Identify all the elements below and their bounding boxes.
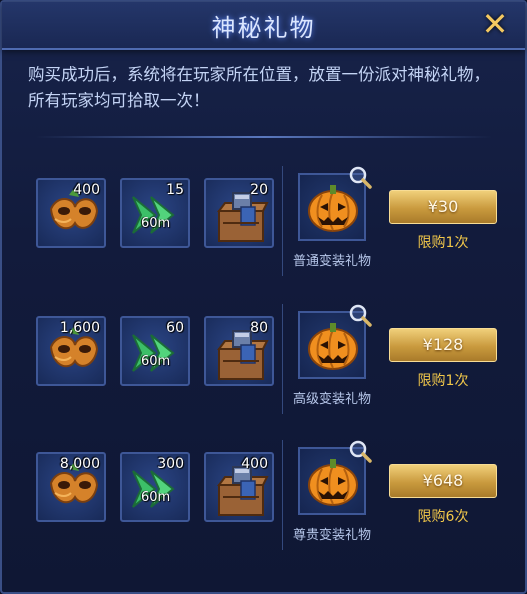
- boost-item-slot[interactable]: 300 60m: [120, 452, 190, 522]
- item-count: 60: [166, 320, 184, 336]
- pumpkin-icon: [308, 184, 358, 232]
- crate-item-slot[interactable]: 400: [204, 452, 274, 522]
- mask-item-slot[interactable]: 1,600: [36, 316, 106, 386]
- item-count: 80: [250, 320, 268, 336]
- boost-item-slot[interactable]: 60 60m: [120, 316, 190, 386]
- boost-item-slot[interactable]: 15 60m: [120, 178, 190, 248]
- gift-name: 高级变装礼物: [292, 392, 371, 407]
- gift-name: 普通变装礼物: [292, 254, 371, 269]
- gift-preview[interactable]: [298, 304, 372, 379]
- buy-button[interactable]: ¥648: [389, 464, 497, 498]
- item-count: 20: [250, 182, 268, 198]
- crate-item-slot[interactable]: 80: [204, 316, 274, 386]
- magnifier-icon[interactable]: [348, 303, 372, 327]
- package-row-3: 8,000 300 60m 400 尊贵变装礼物 ¥648 限购6次: [2, 436, 527, 556]
- gift-preview[interactable]: [298, 166, 372, 241]
- magnifier-icon[interactable]: [348, 165, 372, 189]
- mask-item-slot[interactable]: 8,000: [36, 452, 106, 522]
- gift-name: 尊贵变装礼物: [292, 528, 371, 543]
- item-duration: 60m: [141, 490, 171, 505]
- gift-preview[interactable]: [298, 440, 372, 515]
- close-icon[interactable]: ✕: [479, 8, 511, 41]
- purchase-limit: 限购6次: [417, 509, 469, 525]
- item-count: 400: [241, 456, 268, 472]
- buy-button[interactable]: ¥30: [389, 190, 497, 224]
- purchase-limit: 限购1次: [417, 235, 469, 251]
- pumpkin-icon: [308, 458, 358, 506]
- magnifier-icon[interactable]: [348, 439, 372, 463]
- item-count: 400: [73, 182, 100, 198]
- purchase-limit: 限购1次: [417, 373, 469, 389]
- mystery-gift-dialog: 神秘礼物 ✕ 购买成功后，系统将在玩家所在位置，放置一份派对神秘礼物，所有玩家均…: [0, 0, 527, 594]
- mask-item-slot[interactable]: 400: [36, 178, 106, 248]
- title-bar: 神秘礼物 ✕: [2, 2, 525, 50]
- crate-item-slot[interactable]: 20: [204, 178, 274, 248]
- item-count: 300: [157, 456, 184, 472]
- divider: [36, 136, 492, 138]
- package-row-1: 400 15 60m 20 普通变装礼物 ¥30 限购1次: [2, 162, 527, 282]
- item-duration: 60m: [141, 216, 171, 231]
- item-duration: 60m: [141, 354, 171, 369]
- item-count: 8,000: [59, 456, 100, 472]
- buy-button[interactable]: ¥128: [389, 328, 497, 362]
- package-row-2: 1,600 60 60m 80 高级变装礼物 ¥128 限购1次: [2, 300, 527, 420]
- pumpkin-icon: [308, 322, 358, 370]
- dialog-title: 神秘礼物: [211, 14, 316, 42]
- item-count: 1,600: [59, 320, 100, 336]
- item-count: 15: [166, 182, 184, 198]
- description-text: 购买成功后，系统将在玩家所在位置，放置一份派对神秘礼物，所有玩家均可拾取一次！: [28, 65, 490, 110]
